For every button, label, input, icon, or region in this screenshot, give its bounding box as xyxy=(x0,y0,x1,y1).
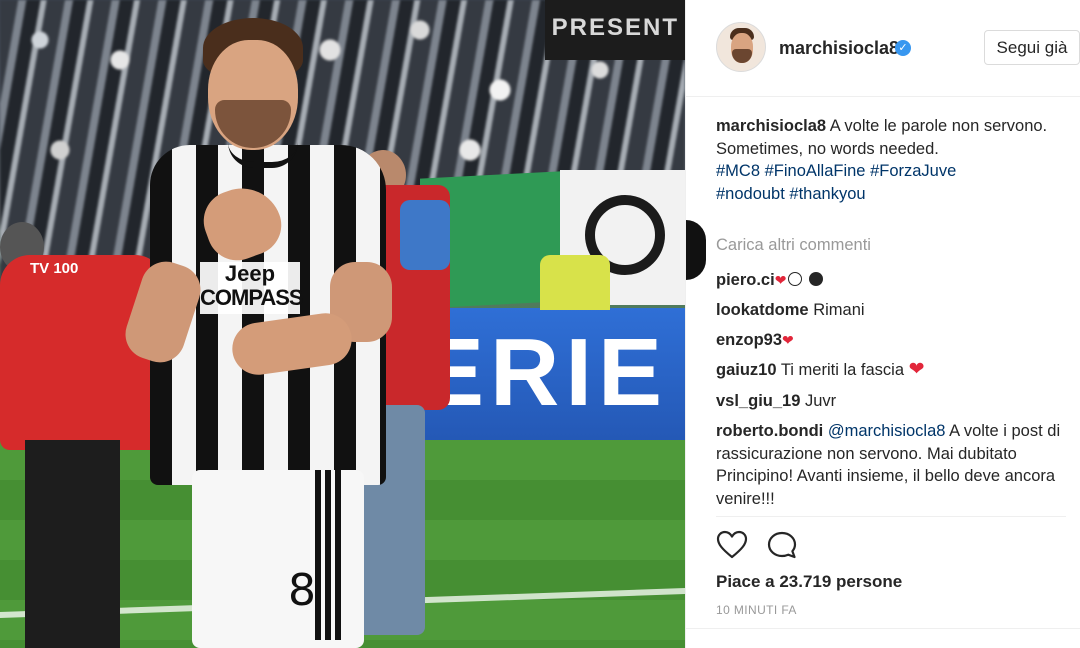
comment-item: gaiuz10 Ti meriti la fascia ❤ xyxy=(716,359,1066,382)
caption-first-line: marchisiocla8 A volte le parole non serv… xyxy=(716,115,1066,138)
load-more-comments-link[interactable]: Carica altri commenti xyxy=(716,236,871,255)
caption-hashtags-1[interactable]: #MC8 #FinoAllaFine #ForzaJuve xyxy=(716,160,1066,183)
caption-hashtags-2[interactable]: #nodoubt #thankyou xyxy=(716,183,1066,206)
comment-mention[interactable]: @marchisiocla8 xyxy=(828,422,946,440)
tv-vest-label: TV 100 xyxy=(30,260,79,277)
caption: marchisiocla8 A volte le parole non serv… xyxy=(716,115,1066,205)
post-header: marchisiocla8 ✓ Segui già xyxy=(686,0,1080,97)
comment-username[interactable]: enzop93 xyxy=(716,331,782,349)
verified-badge-icon: ✓ xyxy=(895,40,911,56)
sponsor-line-2: COMPASS xyxy=(200,285,304,310)
comment-item: lookatdome Rimani xyxy=(716,299,1066,322)
comment-bubble-icon[interactable] xyxy=(766,530,798,560)
header-username[interactable]: marchisiocla8 xyxy=(779,38,899,59)
heart-emoji-icon: ❤ xyxy=(782,332,794,348)
comment-item: enzop93❤ xyxy=(716,329,1066,352)
comment-username[interactable]: gaiuz10 xyxy=(716,361,777,379)
post-photo[interactable]: PRESENT ERIE TV 100 Jeep COMPASS 8 xyxy=(0,0,685,648)
shorts-number: 8 xyxy=(288,565,316,616)
comment-username[interactable]: piero.ci xyxy=(716,271,775,289)
shorts-stripes xyxy=(315,470,345,640)
comment-item: piero.ci❤ xyxy=(716,269,1066,292)
advertising-board-text: ERIE xyxy=(420,319,669,426)
avatar-beard xyxy=(732,49,752,63)
heart-outline-icon[interactable] xyxy=(716,530,748,560)
sponsor-line-1: Jeep xyxy=(224,261,276,286)
follow-button[interactable]: Segui già xyxy=(984,30,1080,65)
comment-username[interactable]: vsl_giu_19 xyxy=(716,392,800,410)
likes-count[interactable]: Piace a 23.719 persone xyxy=(716,572,902,592)
photographer-right-arm xyxy=(400,200,450,270)
photographer-left-legs xyxy=(25,440,120,648)
avatar[interactable] xyxy=(716,22,766,72)
comment-text: Ti meriti la fascia xyxy=(780,361,904,379)
shirt-sponsor: Jeep COMPASS xyxy=(200,261,304,314)
post-timestamp: 10 MINUTI FA xyxy=(716,603,797,617)
comment-username[interactable]: roberto.bondi xyxy=(716,422,823,440)
comment-text: Juvr xyxy=(804,392,837,410)
comment-item: roberto.bondi @marchisiocla8 A volte i p… xyxy=(716,420,1066,510)
caption-username[interactable]: marchisiocla8 xyxy=(716,117,826,135)
caption-text-english: Sometimes, no words needed. xyxy=(716,139,939,158)
stadium-banner-text: PRESENT xyxy=(551,14,679,41)
panel-bottom-border xyxy=(686,628,1080,629)
post-side-panel: marchisiocla8 ✓ Segui già marchisiocla8 … xyxy=(685,0,1080,648)
heart-emoji-icon: ❤ xyxy=(774,272,787,288)
edge-shadow xyxy=(686,220,706,280)
big-heart-emoji-icon: ❤ xyxy=(908,359,925,380)
comment-text: Rimani xyxy=(813,301,865,319)
actions-divider xyxy=(716,516,1066,517)
black-circle-emoji-icon xyxy=(809,272,824,286)
caption-text-italian: A volte le parole non servono. xyxy=(829,117,1048,135)
comment-item: vsl_giu_19 Juvr xyxy=(716,390,1066,413)
steward-vest xyxy=(540,255,610,310)
instagram-post: PRESENT ERIE TV 100 Jeep COMPASS 8 march… xyxy=(0,0,1080,648)
comment-username[interactable]: lookatdome xyxy=(716,301,809,319)
white-circle-emoji-icon xyxy=(788,272,803,286)
